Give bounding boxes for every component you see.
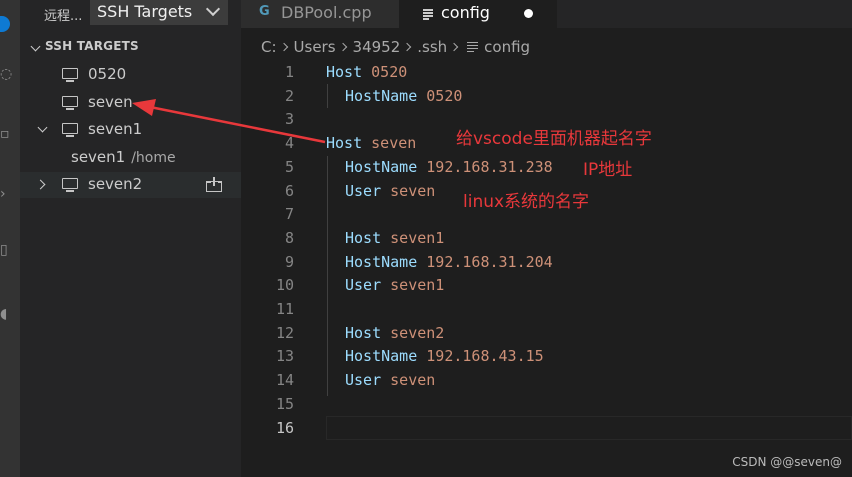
- annotation-host-name: 给vscode里面机器起名字: [456, 129, 652, 149]
- annotation-user: linux系统的名字: [463, 192, 590, 212]
- arrow-head: [132, 99, 156, 116]
- annotation-arrow: [132, 99, 326, 144]
- arrow-shaft: [149, 105, 326, 144]
- watermark: CSDN @@seven@: [732, 455, 842, 469]
- annotation-ip: IP地址: [583, 160, 633, 180]
